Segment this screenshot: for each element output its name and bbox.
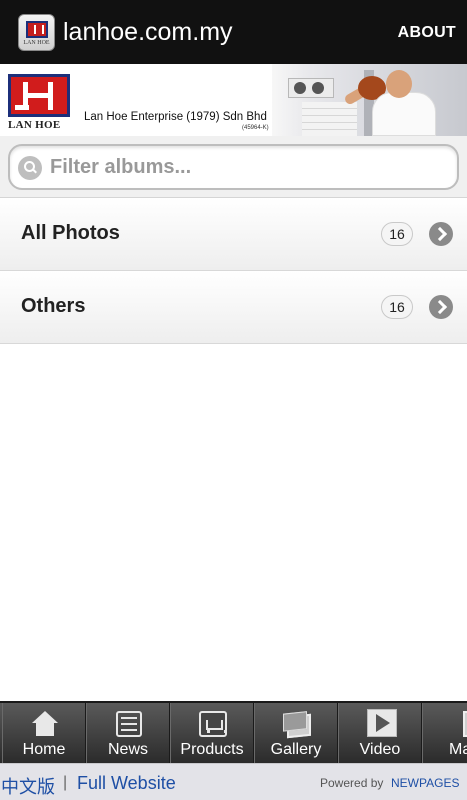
cart-icon [199, 711, 227, 737]
company-name: Lan Hoe Enterprise (1979) Sdn Bhd [84, 111, 267, 123]
album-count-badge: 16 [381, 295, 413, 319]
chevron-right-icon [429, 295, 453, 319]
full-website-link[interactable]: Full Website [77, 773, 176, 794]
more-icon [463, 711, 467, 737]
album-label: Others [21, 295, 86, 317]
tab-label: Gallery [270, 741, 322, 758]
chinese-version-link[interactable]: 中文版 [1, 773, 55, 799]
app-icon-text: LAN HOE [23, 40, 50, 46]
tab-gallery[interactable]: Gallery [254, 703, 338, 763]
header-banner: LAN HOE Lan Hoe Enterprise (1979) Sdn Bh… [0, 64, 467, 136]
album-list: All Photos 16 Others 16 [0, 198, 467, 344]
about-button[interactable]: ABOUT [398, 24, 456, 42]
action-bar: LAN HOE lanhoe.com.my ABOUT [0, 0, 467, 64]
tab-products[interactable]: Products [170, 703, 254, 763]
app-logo-icon[interactable]: LAN HOE [18, 14, 55, 51]
album-label: All Photos [21, 222, 120, 244]
tab-label: News [107, 741, 148, 758]
lan-hoe-logo [8, 74, 70, 117]
tab-home[interactable]: Home [2, 703, 86, 763]
album-filter-bar [0, 136, 467, 198]
home-icon [32, 711, 58, 737]
powered-by-text: Powered by [320, 776, 384, 790]
logo-mark [26, 21, 48, 38]
company-reg-no: (45964-K) [242, 125, 269, 131]
album-filter-input[interactable] [50, 152, 450, 182]
album-item-others[interactable]: Others 16 [0, 271, 467, 344]
news-icon [116, 711, 142, 737]
tab-news[interactable]: News [86, 703, 170, 763]
album-item-all-photos[interactable]: All Photos 16 [0, 198, 467, 271]
gallery-icon [287, 713, 311, 739]
app-root: LAN HOE lanhoe.com.my ABOUT LAN HOE Lan … [0, 0, 467, 800]
album-count-badge: 16 [381, 222, 413, 246]
tab-more[interactable]: Ma [422, 703, 467, 763]
album-filter-box[interactable] [8, 144, 459, 190]
tab-label: Ma [449, 741, 467, 758]
video-icon [367, 709, 397, 737]
bottom-tab-bar: Home News Products Gallery Video Ma [0, 701, 467, 763]
banner-photo [272, 64, 467, 136]
app-title: lanhoe.com.my [63, 18, 233, 46]
logo-text: LAN HOE [8, 119, 61, 131]
tab-label: Video [359, 741, 401, 758]
tab-video[interactable]: Video [338, 703, 422, 763]
search-icon [18, 156, 42, 180]
newpages-link[interactable]: NEWPAGES [391, 776, 459, 790]
tab-label: Home [22, 741, 66, 758]
tab-label: Products [180, 741, 244, 758]
footer-bar: 中文版 | Full Website Powered by NEWPAGES [0, 763, 467, 800]
footer-separator: | [63, 774, 68, 791]
chevron-right-icon [429, 222, 453, 246]
